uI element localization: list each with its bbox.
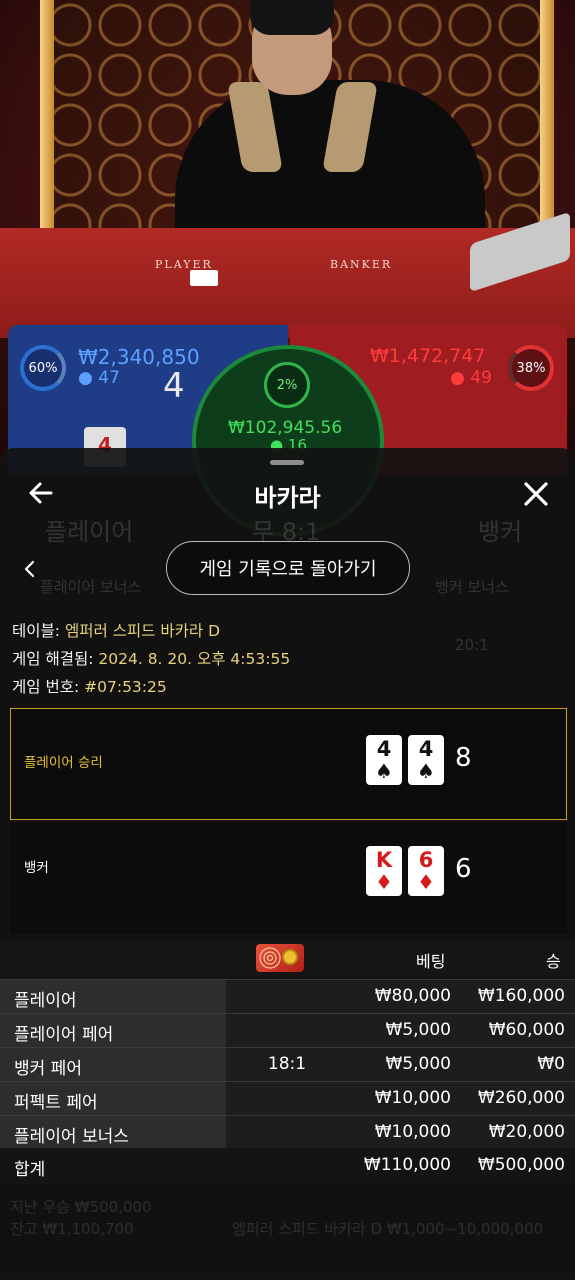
bet-name: 퍼펙트 페어 [14,1093,98,1113]
card-rank: K [375,848,393,872]
ghost-last-win: 지난 우승 ₩500,000 [10,1198,152,1216]
ghost-player-bonus: 플레이어 보너스 [40,578,142,596]
column-header-win: 승 [546,952,561,971]
banker-final-score: 6 [455,854,472,884]
game-number-line: 게임 번호: #07:53:25 [12,675,167,697]
back-to-history-button[interactable]: 게임 기록으로 돌아가기 [166,541,410,595]
ghost-banker-bonus: 뱅커 보너스 [435,578,509,596]
tie-percentage-ring: 2% [264,362,310,408]
game-number-value: #07:53:25 [84,678,167,696]
player-result-label: 플레이어 승리 [24,755,103,771]
bet-amount: ₩10,000 [374,1122,451,1142]
felt-banker-text: BANKER [330,258,393,271]
bet-odds: 18:1 [267,1054,307,1074]
banker-result-label: 뱅커 [24,860,49,876]
bet-name: 플레이어 보너스 [14,1127,129,1147]
gold-pillar-right [540,0,554,250]
spade-icon: ♠ [375,759,393,783]
bet-name: 플레이어 페어 [14,1025,114,1045]
bet-amount: ₩5,000 [385,1020,451,1040]
player-card-1: 4 ♠ [366,735,402,785]
resolved-label: 게임 해결됨: [12,650,94,668]
player-count-value: 47 [98,368,120,388]
table-value: 엠퍼러 스피드 바카라 D [64,622,221,640]
win-amount: ₩0 [537,1054,565,1074]
banker-bettor-count: ● 49 [450,368,492,388]
win-amount: ₩60,000 [488,1020,565,1040]
bet-amount: ₩5,000 [385,1054,451,1074]
ghost-player-label: 플레이어 [45,518,134,546]
total-bet: ₩110,000 [363,1155,451,1175]
gold-pillar-left [40,0,54,250]
game-number-label: 게임 번호: [12,678,80,696]
sheet-drag-handle[interactable] [270,460,304,465]
player-card-2: 4 ♠ [408,735,444,785]
spade-icon: ♠ [417,759,435,783]
dealer-hair [250,0,334,35]
resolved-value: 2024. 8. 20. 오후 4:53:55 [98,650,291,668]
player-final-score: 8 [455,743,472,773]
tie-total-amount: ₩102,945.56 [228,418,343,438]
column-header-bet: 베팅 [416,952,446,971]
bet-name: 뱅커 페어 [14,1059,82,1079]
ghost-table-limits: 엠퍼러 스피드 바카라 D ₩1,000~10,000,000 [232,1220,544,1238]
card-rank: 4 [418,737,434,761]
banker-total-amount: ₩1,472,747 [370,345,486,367]
ghost-odds: 20:1 [455,636,489,654]
page-title: 바카라 [254,484,321,512]
dealt-card [190,270,218,286]
person-icon: ● [450,368,465,388]
player-live-score: 4 [163,366,185,406]
table-label: 테이블: [12,622,61,640]
banker-percentage-ring: 38% [508,345,554,391]
resolved-info-line: 게임 해결됨: 2024. 8. 20. 오후 4:53:55 [12,647,290,669]
ghost-balance: 잔고 ₩1,100,700 [10,1220,134,1238]
player-percentage-ring: 60% [20,345,66,391]
bet-amount: ₩10,000 [374,1088,451,1108]
diamond-icon: ♦ [417,870,435,894]
chevron-left-icon[interactable] [20,555,40,585]
bet-name: 플레이어 [14,991,77,1011]
ghost-banker-label: 뱅커 [478,518,523,546]
banker-card-2: 6 ♦ [408,846,444,896]
banker-card-1: K ♦ [366,846,402,896]
coin-icon [282,949,298,965]
win-amount: ₩160,000 [477,986,565,1006]
close-icon[interactable] [520,478,552,510]
total-win: ₩500,000 [477,1155,565,1175]
total-label: 합계 [14,1160,46,1180]
win-amount: ₩20,000 [488,1122,565,1142]
banker-count-value: 49 [470,368,492,388]
card-rank: 6 [418,848,434,872]
bet-amount: ₩80,000 [374,986,451,1006]
card-rank: 4 [376,737,392,761]
player-bettor-count: ● 47 [78,368,120,388]
win-amount: ₩260,000 [477,1088,565,1108]
banker-result-row [10,822,567,934]
person-icon: ● [78,368,93,388]
table-info-line: 테이블: 엠퍼러 스피드 바카라 D [12,619,220,641]
diamond-icon: ♦ [375,870,393,894]
